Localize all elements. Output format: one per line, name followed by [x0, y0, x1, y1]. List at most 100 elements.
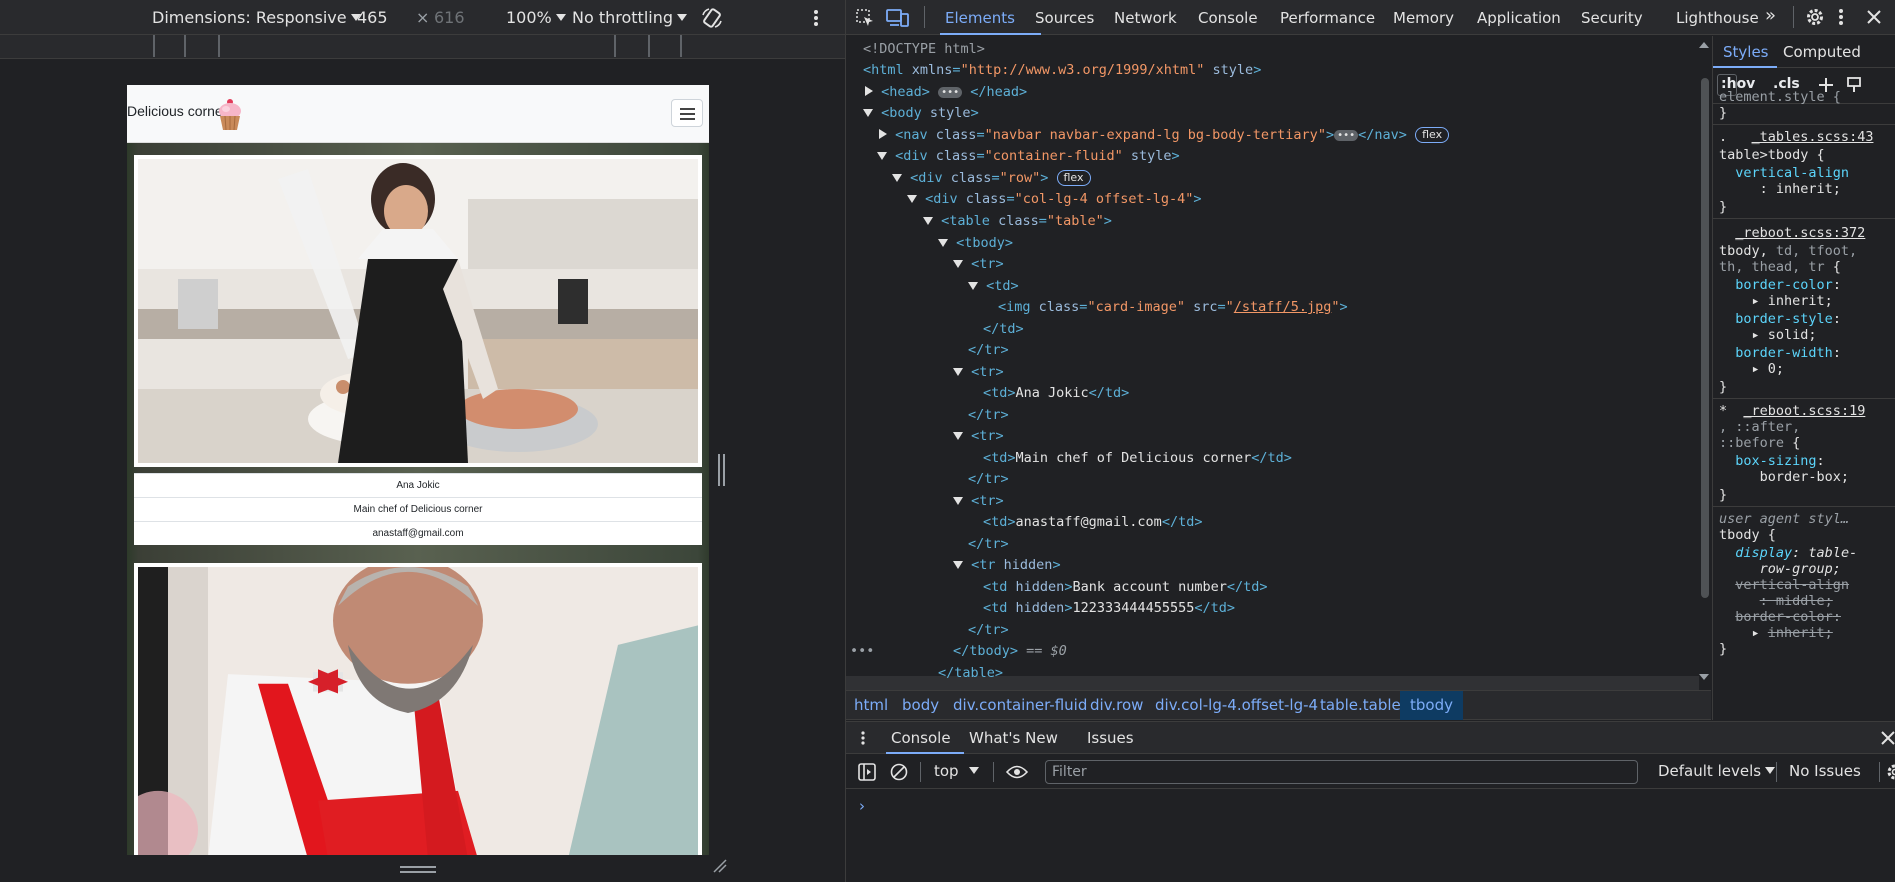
- dom-node[interactable]: <td hidden>122333444455555</td>: [983, 598, 1235, 618]
- flex-badge[interactable]: flex: [1415, 127, 1450, 143]
- dom-node[interactable]: <!DOCTYPE html>: [863, 39, 985, 59]
- expand-arrow-icon[interactable]: [879, 129, 887, 139]
- source-link[interactable]: _reboot.scss:372: [1735, 225, 1865, 241]
- tab-security[interactable]: Security: [1581, 9, 1643, 27]
- navbar-toggler-button[interactable]: [671, 99, 703, 127]
- zoom-dropdown[interactable]: 100%: [506, 8, 566, 27]
- collapse-arrow-icon[interactable]: [892, 174, 902, 182]
- dom-node[interactable]: </tr>: [968, 534, 1009, 554]
- inspect-element-icon[interactable]: [855, 8, 875, 28]
- gear-icon[interactable]: [1805, 7, 1825, 27]
- collapse-arrow-icon[interactable]: [953, 497, 963, 505]
- tab-application[interactable]: Application: [1477, 9, 1561, 27]
- dom-tree-scrollbar[interactable]: [1699, 76, 1711, 690]
- dom-node[interactable]: <td>Ana Jokic</td>: [983, 383, 1129, 403]
- throttling-dropdown[interactable]: No throttling: [572, 8, 688, 27]
- resize-corner-icon[interactable]: [712, 858, 728, 874]
- more-vert-icon[interactable]: [1836, 7, 1846, 27]
- media-query-ruler[interactable]: [0, 35, 845, 59]
- dom-node[interactable]: <tr>: [953, 254, 1004, 274]
- style-value[interactable]: ▸ solid;: [1719, 326, 1817, 344]
- dom-node[interactable]: <td>Main chef of Delicious corner</td>: [983, 448, 1292, 468]
- expand-arrow-icon[interactable]: [865, 86, 873, 96]
- collapse-arrow-icon[interactable]: [953, 432, 963, 440]
- dom-node[interactable]: <body style>: [863, 103, 979, 123]
- collapse-arrow-icon[interactable]: [953, 561, 963, 569]
- dom-node[interactable]: </tr>: [968, 340, 1009, 360]
- viewport-width-handle[interactable]: [718, 454, 725, 486]
- collapse-arrow-icon[interactable]: [953, 368, 963, 376]
- source-link[interactable]: _tables.scss:43: [1752, 129, 1874, 145]
- paint-bucket-icon[interactable]: [1845, 76, 1863, 94]
- dom-node[interactable]: <tr>: [953, 362, 1004, 382]
- collapse-arrow-icon[interactable]: [877, 152, 887, 160]
- collapse-arrow-icon[interactable]: [863, 109, 873, 117]
- dom-node[interactable]: </tr>: [968, 405, 1009, 425]
- dom-node[interactable]: <td hidden>Bank account number</td>: [983, 577, 1268, 597]
- clear-console-icon[interactable]: [890, 763, 908, 781]
- more-vert-icon[interactable]: [811, 8, 821, 28]
- dom-node[interactable]: <tr>: [953, 426, 1004, 446]
- breadcrumb-body[interactable]: body: [902, 696, 939, 714]
- tab-styles[interactable]: Styles: [1723, 43, 1769, 61]
- tab-lighthouse[interactable]: Lighthouse: [1676, 9, 1759, 27]
- height-input[interactable]: 616: [434, 8, 465, 27]
- tab-performance[interactable]: Performance: [1280, 9, 1375, 27]
- breadcrumb-row[interactable]: div.row: [1090, 696, 1143, 714]
- ellipsis-badge[interactable]: •••: [1334, 130, 1359, 141]
- style-value[interactable]: ▸ inherit;: [1719, 292, 1833, 310]
- tab-computed[interactable]: Computed: [1783, 43, 1861, 61]
- flex-badge[interactable]: flex: [1056, 170, 1091, 186]
- eye-icon[interactable]: [1006, 764, 1028, 780]
- dom-node[interactable]: <tr>: [953, 491, 1004, 511]
- dom-node[interactable]: <table class="table">: [923, 211, 1112, 231]
- tab-sources[interactable]: Sources: [1035, 9, 1094, 27]
- issues-counter[interactable]: No Issues: [1789, 762, 1861, 780]
- dom-node-selected[interactable]: </tbody> == $0: [953, 641, 1067, 661]
- drawer-menu-icon[interactable]: [860, 730, 866, 746]
- dom-node[interactable]: </table>: [938, 663, 1003, 683]
- drawer-tab-issues[interactable]: Issues: [1087, 729, 1134, 747]
- tab-network[interactable]: Network: [1114, 9, 1177, 27]
- rotate-icon[interactable]: [700, 6, 724, 30]
- node-actions-button[interactable]: •••: [850, 641, 874, 661]
- breadcrumb-col[interactable]: div.col-lg-4.offset-lg-4: [1155, 696, 1318, 714]
- dom-node[interactable]: <div class="row"> flex: [892, 168, 1091, 188]
- drawer-tab-whats-new[interactable]: What's New: [969, 729, 1058, 747]
- style-value[interactable]: : inherit;: [1719, 180, 1841, 198]
- more-tabs-button[interactable]: »: [1765, 5, 1776, 26]
- source-link[interactable]: _reboot.scss:19: [1743, 403, 1865, 419]
- context-selector[interactable]: top: [934, 762, 979, 780]
- scroll-up-icon[interactable]: [1698, 40, 1710, 50]
- dom-node[interactable]: <td>anastaff@gmail.com</td>: [983, 512, 1202, 532]
- breadcrumb-container[interactable]: div.container-fluid: [953, 696, 1087, 714]
- style-value[interactable]: ▸ 0;: [1719, 360, 1785, 378]
- collapse-arrow-icon[interactable]: [907, 195, 917, 203]
- breadcrumb-tbody[interactable]: tbody: [1400, 691, 1463, 720]
- tab-memory[interactable]: Memory: [1393, 9, 1454, 27]
- breadcrumb-table[interactable]: table.table: [1320, 696, 1401, 714]
- width-input[interactable]: 465: [357, 8, 388, 27]
- dom-node[interactable]: </tr>: [968, 620, 1009, 640]
- dom-node[interactable]: <div class="col-lg-4 offset-lg-4">: [907, 189, 1202, 209]
- collapse-arrow-icon[interactable]: [923, 217, 933, 225]
- tab-console[interactable]: Console: [1198, 9, 1258, 27]
- collapse-arrow-icon[interactable]: [968, 282, 978, 290]
- device-toolbar-icon[interactable]: [886, 7, 910, 29]
- dom-node[interactable]: <nav class="navbar navbar-expand-lg bg-b…: [879, 125, 1450, 145]
- dom-node[interactable]: <img class="card-image" src="/staff/5.jp…: [998, 297, 1348, 317]
- dom-node[interactable]: <head> ••• </head>: [865, 82, 1027, 102]
- breadcrumb-html[interactable]: html: [854, 696, 888, 714]
- dimensions-dropdown[interactable]: Dimensions: Responsive: [152, 8, 361, 27]
- drawer-tab-console[interactable]: Console: [891, 729, 951, 747]
- dom-node[interactable]: </tr>: [968, 469, 1009, 489]
- dom-node[interactable]: <td>: [968, 276, 1019, 296]
- ellipsis-badge[interactable]: •••: [938, 87, 963, 98]
- style-value[interactable]: border-box;: [1719, 468, 1849, 486]
- log-levels-dropdown[interactable]: Default levels: [1658, 762, 1776, 780]
- console-prompt[interactable]: ›: [859, 797, 865, 815]
- tab-elements[interactable]: Elements: [945, 9, 1015, 27]
- dom-node[interactable]: <div class="container-fluid" style>: [877, 146, 1180, 166]
- dom-node[interactable]: <tr hidden>: [953, 555, 1061, 575]
- dom-node[interactable]: <html xmlns="http://www.w3.org/1999/xhtm…: [863, 60, 1261, 80]
